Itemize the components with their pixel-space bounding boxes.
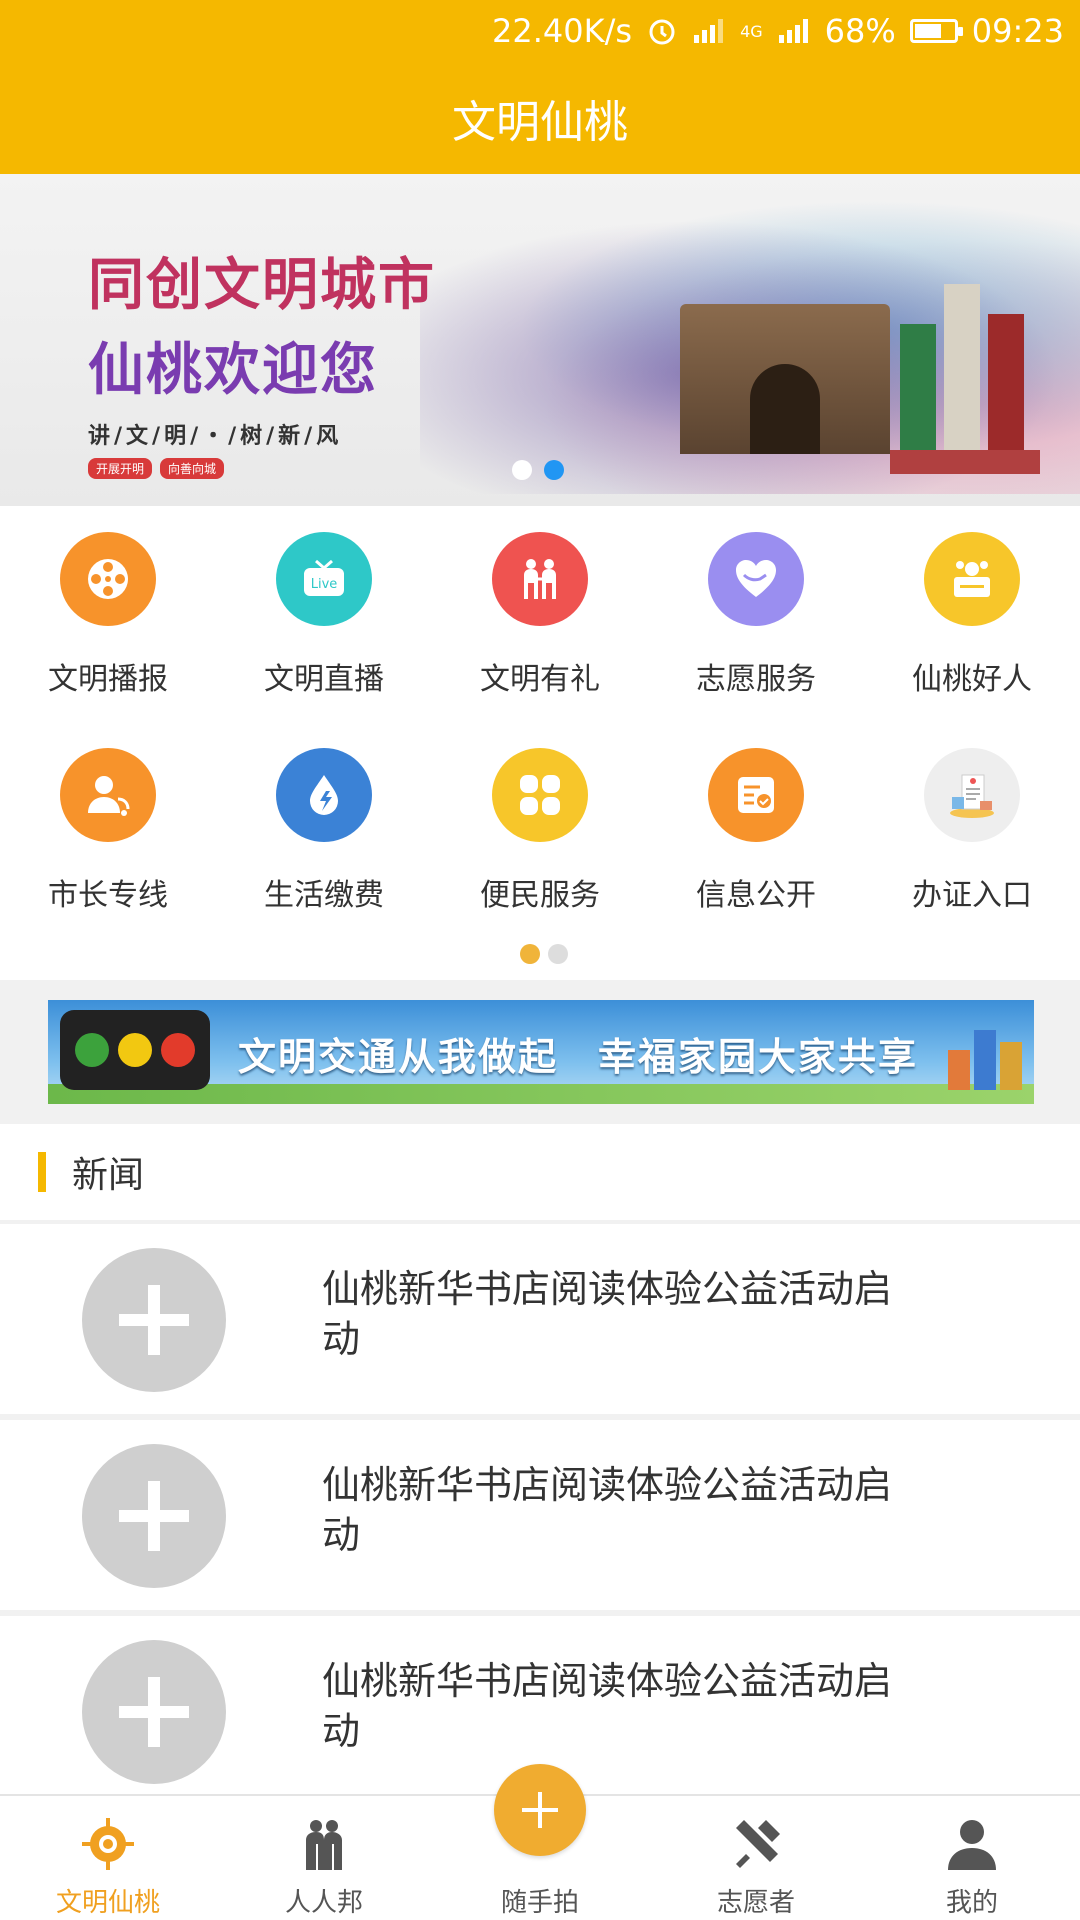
heart-hand-icon [708, 532, 804, 626]
grid-item[interactable]: 文明有礼 [432, 532, 648, 698]
traffic-safety-banner[interactable]: 文明交通从我做起 幸福家园大家共享 [48, 1000, 1034, 1104]
grid-item-label: 信息公开 [696, 878, 816, 913]
tools-icon [726, 1814, 786, 1874]
user-icon [942, 1814, 1002, 1874]
grid-item[interactable]: 信息公开 [648, 748, 864, 914]
nav-label: 人人邦 [284, 1888, 363, 1918]
mayor-hotline-icon [60, 748, 156, 842]
news-thumbnail-placeholder [82, 1444, 226, 1588]
plus-icon [119, 1285, 189, 1355]
traffic-slogan: 文明交通从我做起 幸福家园大家共享 [238, 1034, 919, 1079]
grid-item-label: 文明有礼 [480, 662, 600, 697]
nav-item-volunteer[interactable]: 志愿者 [648, 1796, 864, 1920]
signal-icon [692, 17, 726, 45]
news-thumbnail-placeholder [82, 1640, 226, 1784]
pager-dot-active[interactable] [544, 460, 564, 480]
nav-item-home[interactable]: 文明仙桃 [0, 1796, 216, 1920]
grid-item[interactable]: 仙桃好人 [864, 532, 1080, 698]
plus-icon [119, 1677, 189, 1747]
grid-item-label: 便民服务 [480, 878, 600, 913]
title-bar: 文明仙桃 [0, 62, 1080, 174]
grid-item[interactable]: 文明播报 [0, 532, 216, 698]
hero-banner[interactable]: 同创文明城市 仙桃欢迎您 讲/文/明/・/树/新/风 开展开明 向善向城 [0, 174, 1080, 506]
battery-icon [909, 19, 963, 43]
plus-icon [522, 1792, 558, 1828]
clock: 09:23 [971, 12, 1064, 50]
grid-item[interactable]: 办证入口 [864, 748, 1080, 914]
news-heading: 新闻 [72, 1155, 145, 1196]
banner-tag: 开展开明 [88, 458, 153, 479]
alarm-icon [646, 15, 678, 47]
good-person-icon [924, 532, 1020, 626]
grid-item-label: 生活缴费 [264, 878, 384, 913]
function-grid: 文明播报 Live 文明直播 文明有礼 志愿服务 仙桃好人市长专线 生活缴费 便民服务 信息公开… [0, 532, 1080, 914]
grid-item-label: 仙桃好人 [912, 662, 1032, 697]
people-group-icon [294, 1814, 354, 1874]
city-gate-image [680, 304, 890, 454]
signal-4g-icon [777, 17, 811, 45]
section-accent-bar [38, 1152, 46, 1192]
live-tv-icon: Live [276, 532, 372, 626]
grid-pager [520, 944, 568, 964]
document-check-icon [708, 748, 804, 842]
plus-icon [119, 1481, 189, 1551]
grid-item-label: 办证入口 [912, 878, 1032, 913]
nav-label: 志愿者 [716, 1888, 795, 1918]
certificate-icon [924, 748, 1020, 842]
banner-headline: 同创文明城市 [88, 252, 436, 318]
nav-label: 文明仙桃 [55, 1888, 160, 1918]
grid-item[interactable]: 便民服务 [432, 748, 648, 914]
grid-item[interactable]: 志愿服务 [648, 532, 864, 698]
grid-item-label: 文明播报 [48, 662, 168, 697]
pager-dot[interactable] [548, 944, 568, 964]
news-list-item[interactable]: 仙桃新华书店阅读体验公益活动启动 [0, 1224, 1080, 1414]
page-title: 文明仙桃 [452, 97, 628, 148]
grid-item[interactable]: Live 文明直播 [216, 532, 432, 698]
grid-item-label: 志愿服务 [696, 662, 816, 697]
monument-image [890, 274, 1040, 474]
news-title: 仙桃新华书店阅读体验公益活动启动 [322, 1267, 893, 1361]
news-section-header: 新闻 [0, 1124, 1080, 1220]
nav-label: 随手拍 [500, 1888, 579, 1918]
news-list-item[interactable]: 仙桃新华书店阅读体验公益活动启动 [0, 1420, 1080, 1610]
pager-dot-active[interactable] [520, 944, 540, 964]
banner-tag: 向善向城 [160, 458, 225, 479]
network-speed: 22.40K/s [492, 12, 633, 50]
grid-item[interactable]: 市长专线 [0, 748, 216, 914]
nav-label: 我的 [945, 1888, 998, 1918]
target-icon [78, 1814, 138, 1874]
utility-drop-icon [276, 748, 372, 842]
function-grid-panel: 文明播报 Live 文明直播 文明有礼 志愿服务 仙桃好人市长专线 生活缴费 便民服务 信息公开… [0, 506, 1080, 980]
people-icon [492, 532, 588, 626]
grid-item[interactable]: 生活缴费 [216, 748, 432, 914]
news-thumbnail-placeholder [82, 1248, 226, 1392]
pager-dot[interactable] [512, 460, 532, 480]
traffic-light-icon [60, 1010, 210, 1090]
battery-percent: 68% [824, 12, 896, 50]
nav-item-profile[interactable]: 我的 [864, 1796, 1080, 1920]
banner-slogan: 讲/文/明/・/树/新/风 [88, 424, 343, 449]
svg-text:Live: Live [311, 577, 338, 592]
banner-pager [512, 460, 564, 480]
news-title: 仙桃新华书店阅读体验公益活动启动 [322, 1659, 893, 1753]
snapshot-fab-button[interactable] [494, 1764, 586, 1856]
status-bar: 22.40K/s 4G 68% 09:23 [0, 0, 1080, 62]
film-reel-icon [60, 532, 156, 626]
banner-subheadline: 仙桃欢迎您 [88, 337, 378, 403]
network-type: 4G [740, 21, 763, 41]
nav-item-renrenbang[interactable]: 人人邦 [216, 1796, 432, 1920]
four-squares-icon [492, 748, 588, 842]
grid-item-label: 市长专线 [48, 878, 168, 913]
grid-item-label: 文明直播 [264, 662, 384, 697]
news-title: 仙桃新华书店阅读体验公益活动启动 [322, 1463, 893, 1557]
